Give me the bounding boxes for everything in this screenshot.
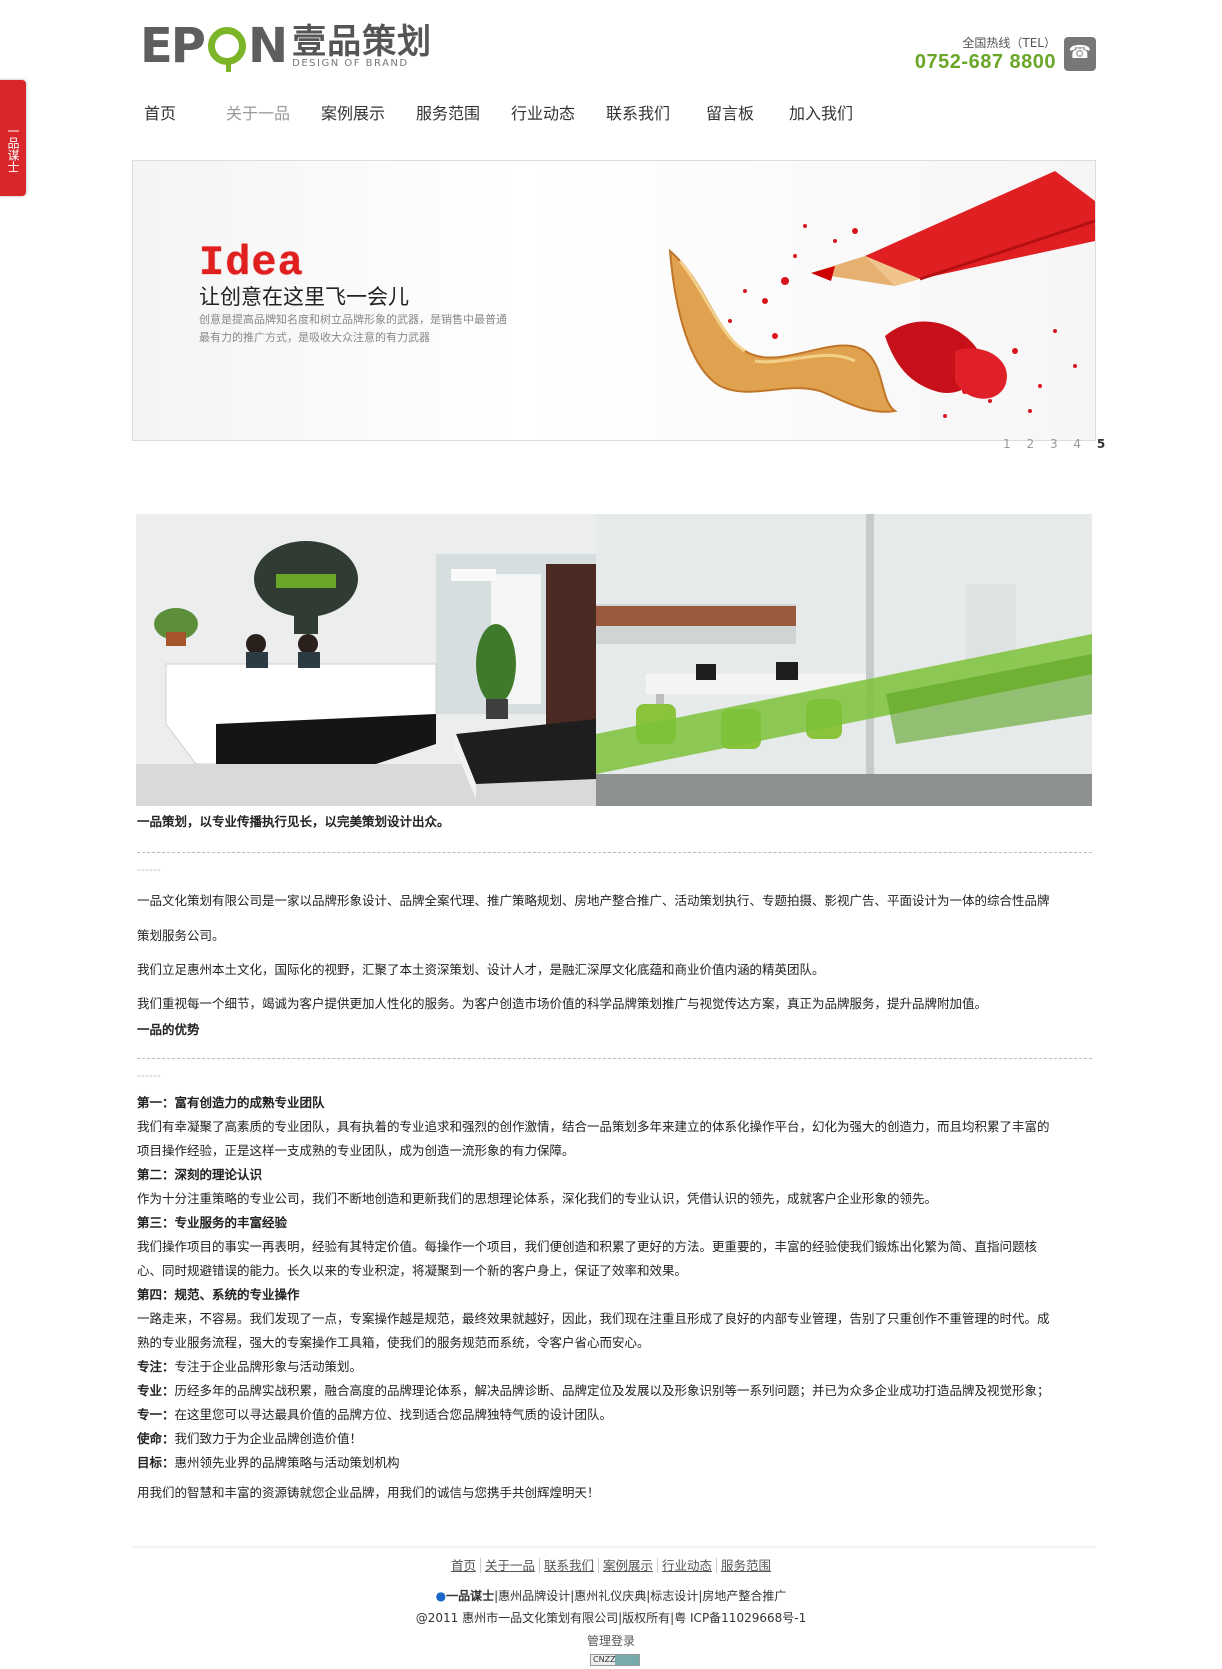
single-text: 在这里您可以寻达最具价值的品牌方位、找到适合您品牌独特气质的设计团队。 [174,1407,613,1422]
office-photo [136,514,1092,806]
point-title: 第三：专业服务的丰富经验 [137,1215,288,1230]
intro-paragraph: 一品文化策划有限公司是一家以品牌形象设计、品牌全案代理、推广策略规划、房地产整合… [137,893,1050,908]
point-text: 心、同时规避错误的能力。长久以来的专业积淀，将凝聚到一个新的客户身上，保证了效率… [137,1263,688,1278]
admin-login-link[interactable]: 管理登录 [0,1632,1222,1649]
logo-letter: N [247,18,288,74]
mission-text: 我们致力于为企业品牌创造价值！ [174,1431,363,1446]
logo-bulb-icon [207,27,246,72]
banner-desc-line: 创意是提高品牌知名度和树立品牌形象的武器，是销售中最普通 [199,313,507,326]
office-interior-photo [596,514,1092,806]
divider-tail: ------ [137,863,161,876]
point-title: 第二：深刻的理论认识 [137,1167,263,1182]
nav-contact[interactable]: 联系我们 [606,100,706,124]
logo-cn: 壹品策划 [292,22,433,62]
goal-text: 惠州领先业界的品牌策略与活动策划机构 [174,1455,400,1470]
footer-link-services[interactable]: 服务范围 [717,1558,775,1573]
hotline-label: 全国热线（TEL） [962,36,1056,50]
goal-label: 目标： [137,1455,175,1470]
reception-photo [136,514,596,806]
point-text: 我们操作项目的事实一再表明，经验有其特定价值。每操作一个项目，我们便创造和积累了… [137,1239,1038,1254]
cnzz-badge[interactable]: CNZZ [590,1654,640,1666]
pro-line: 专业：历经多年的品牌实战积累，融合高度的品牌理论体系，解决品牌诊断、品牌定位及发… [137,1379,1092,1403]
keyword-link[interactable]: 标志设计 [650,1589,698,1603]
point-text: 作为十分注重策略的专业公司，我们不断地创造和更新我们的思想理论体系，深化我们的专… [137,1191,938,1206]
nav-guestbook[interactable]: 留言板 [706,100,789,124]
nav-cases[interactable]: 案例展示 [321,100,416,124]
hero-banner[interactable]: Idea 让创意在这里飞一会儿 创意是提高品牌知名度和树立品牌形象的武器，是销售… [132,160,1096,441]
nav-services[interactable]: 服务范围 [416,100,511,124]
keyword-link[interactable]: 惠州礼仪庆典 [574,1589,646,1603]
logo-text: 壹品策划 DESIGN OF BRAND [292,24,432,69]
point-title: 第四：规范、系统的专业操作 [137,1287,300,1302]
mission-label: 使命： [137,1431,175,1446]
banner-description: 创意是提高品牌知名度和树立品牌形象的武器，是销售中最普通 最有力的推广方式，是吸… [199,311,539,347]
goal-line: 目标：惠州领先业界的品牌策略与活动策划机构 [137,1451,1092,1475]
pro-label: 专业： [137,1383,175,1398]
footer-divider [132,1546,1096,1549]
pager-item-current[interactable]: 5 [1097,437,1111,451]
side-tab-label: 一品谋士 [6,125,20,173]
qq-consultant-link[interactable]: 一品谋士 [446,1589,494,1603]
footer-link-cases[interactable]: 案例展示 [599,1558,659,1573]
focus-text: 专注于企业品牌形象与活动策划。 [174,1359,363,1374]
hotline-number: 0752-687 8800 [914,51,1056,73]
about-content: 一品策划，以专业传播执行见长，以完美策划设计出众。 ------ 一品文化策划有… [137,810,1092,1505]
banner-pager: 1 2 3 4 5 [1003,437,1111,451]
intro-paragraph-cont: 策划服务公司。 [137,928,225,943]
pager-item[interactable]: 3 [1050,437,1064,451]
footer-keywords: ●一品谋士|惠州品牌设计|惠州礼仪庆典|标志设计|房地产整合推广 [435,1589,787,1603]
keyword-link[interactable]: 房地产整合推广 [702,1589,786,1603]
focus-label: 专注： [137,1359,175,1374]
footer-nav: 首页 关于一品 联系我们 案例展示 行业动态 服务范围 [0,1555,1222,1574]
point-text: 一路走来，不容易。我们发现了一点，专案操作越是规范，最终效果就越好，因此，我们现… [137,1311,1050,1326]
point-text: 我们有幸凝聚了高素质的专业团队，具有执着的专业追求和强烈的创作激情，结合一品策划… [137,1119,1050,1134]
footer-link-news[interactable]: 行业动态 [658,1558,718,1573]
advantages-title: 一品的优势 [137,1022,200,1037]
logo-letter: E [140,18,173,74]
pencil-shavings-image [668,171,1095,418]
point-text: 项目操作经验，正是这样一支成熟的专业团队，成为创造一流形象的有力保障。 [137,1143,575,1158]
nav-home[interactable]: 首页 [144,100,226,124]
pro-text: 历经多年的品牌实战积累，融合高度的品牌理论体系，解决品牌诊断、品牌定位及发展以及… [174,1383,1050,1398]
banner-desc-line: 最有力的推广方式，是吸收大众注意的有力武器 [199,331,430,344]
copyright: @2011 惠州市一品文化策划有限公司|版权所有|粤 ICP备11029668号… [415,1611,807,1625]
single-line: 专一：在这里您可以寻达最具价值的品牌方位、找到适合您品牌独特气质的设计团队。 [137,1403,1092,1427]
banner-headline: Idea [199,239,304,287]
pager-item[interactable]: 1 [1003,437,1017,451]
nav-news[interactable]: 行业动态 [511,100,606,124]
about-tagline: 一品策划，以专业传播执行见长，以完美策划设计出众。 [137,814,450,829]
mission-line: 使命：我们致力于为企业品牌创造价值！ [137,1427,1092,1451]
divider [137,1058,1092,1059]
phone-chat-icon: ☎ [1064,37,1096,71]
divider-tail: ------ [137,1069,161,1082]
single-label: 专一： [137,1407,175,1422]
intro-paragraph: 我们立足惠州本土文化，国际化的视野，汇聚了本土资深策划、设计人才，是融汇深厚文化… [137,962,825,977]
keyword-link[interactable]: 惠州品牌设计 [498,1589,570,1603]
point-title: 第一：富有创造力的成熟专业团队 [137,1095,325,1110]
logo-letter: P [170,18,206,74]
divider [137,852,1092,853]
point-text: 熟的专业服务流程，强大的专案操作工具箱，使我们的服务规范而系统，令客户省心而安心… [137,1335,650,1350]
footer-link-about[interactable]: 关于一品 [480,1558,540,1573]
hotline: 全国热线（TEL） 0752-687 8800 ☎ [915,34,1096,74]
pager-item[interactable]: 4 [1073,437,1087,451]
header: E P N 壹品策划 DESIGN OF BRAND 全国热线（TEL） 075… [132,0,1096,95]
nav-join[interactable]: 加入我们 [789,100,879,124]
banner-subtitle: 让创意在这里飞一会儿 [199,285,409,309]
logo-en: DESIGN OF BRAND [292,58,409,69]
footer-link-contact[interactable]: 联系我们 [539,1558,599,1573]
intro-paragraph: 我们重视每一个细节，竭诚为客户提供更加人性化的服务。为客户创造市场价值的科学品牌… [137,996,988,1011]
logo[interactable]: E P N 壹品策划 DESIGN OF BRAND [140,18,432,74]
focus-line: 专注：专注于企业品牌形象与活动策划。 [137,1355,1092,1379]
nav-about[interactable]: 关于一品 [226,100,321,124]
logo-mark: E P N [140,18,288,74]
closing-line: 用我们的智慧和丰富的资源铸就您企业品牌，用我们的诚信与您携手共创辉煌明天！ [137,1485,600,1500]
side-service-tab[interactable]: 一品谋士 [0,80,26,196]
pager-item[interactable]: 2 [1026,437,1040,451]
main-nav: 首页 关于一品 案例展示 服务范围 行业动态 联系我们 留言板 加入我们 [144,100,879,124]
footer-link-home[interactable]: 首页 [446,1558,481,1573]
qq-icon: ● [435,1589,447,1603]
